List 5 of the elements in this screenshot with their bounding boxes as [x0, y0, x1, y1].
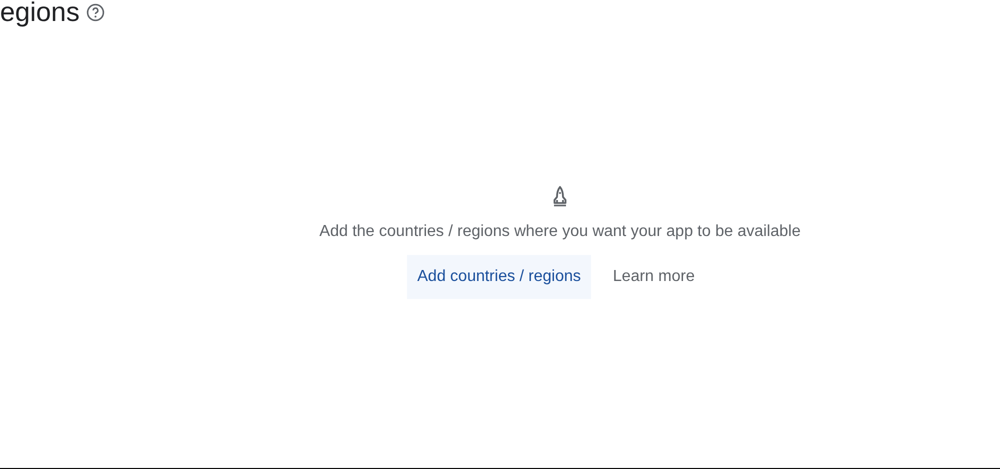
empty-state-message: Add the countries / regions where you want your app to be available	[319, 223, 801, 241]
add-button[interactable]: Add countries / regions	[407, 255, 591, 299]
learn-more-link[interactable]: Learn more	[594, 255, 713, 299]
help-icon[interactable]	[86, 2, 105, 22]
page-title: egions	[0, 0, 80, 26]
